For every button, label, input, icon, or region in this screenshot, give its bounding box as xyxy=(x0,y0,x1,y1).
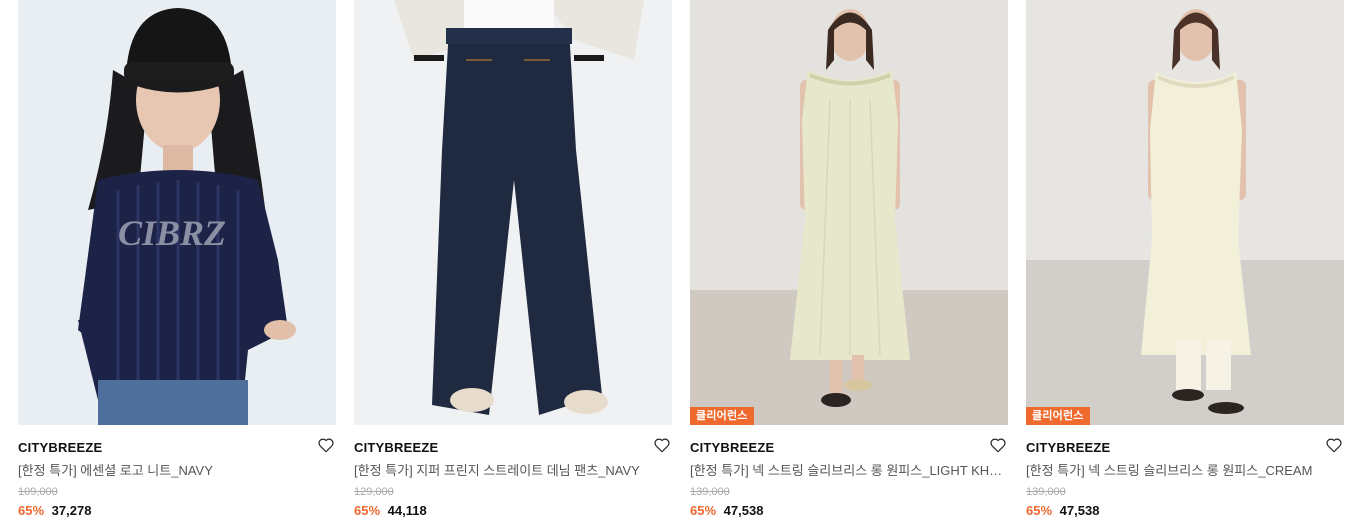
brand-row: CITYBREEZE xyxy=(1026,436,1344,457)
product-image[interactable] xyxy=(354,0,672,425)
product-title[interactable]: [한정 특가] 에센셜 로고 니트_NAVY xyxy=(18,462,336,480)
price-row: 65% 44,118 xyxy=(354,502,672,520)
price-row: 65% 47,538 xyxy=(690,502,1008,520)
sale-price: 47,538 xyxy=(1059,503,1100,518)
price-row: 65% 37,278 xyxy=(18,502,336,520)
brand-name[interactable]: CITYBREEZE xyxy=(354,440,438,455)
brand-name[interactable]: CITYBREEZE xyxy=(690,440,774,455)
product-card[interactable]: 클리어런스 CITYBREEZE [한정 특가] 넥 스트링 슬리브리스 롱 원… xyxy=(1026,0,1344,524)
sale-price: 37,278 xyxy=(51,503,92,518)
product-title[interactable]: [한정 특가] 넥 스트링 슬리브리스 롱 원피스_LIGHT KHAKI xyxy=(690,462,1008,480)
clearance-badge: 클리어런스 xyxy=(690,407,754,425)
brand-row: CITYBREEZE xyxy=(354,436,672,457)
sale-price: 47,538 xyxy=(723,503,764,518)
product-card[interactable]: 클리어런스 CITYBREEZE [한정 특가] 넥 스트링 슬리브리스 롱 원… xyxy=(690,0,1008,524)
brand-row: CITYBREEZE xyxy=(18,436,336,457)
sale-price: 44,118 xyxy=(387,503,427,518)
original-price: 109,000 xyxy=(18,486,58,498)
discount-rate: 65% xyxy=(18,503,45,518)
product-image[interactable]: 클리어런스 xyxy=(690,0,1008,425)
heart-outline-icon[interactable] xyxy=(1325,436,1343,454)
svg-text:CIBRZ: CIBRZ xyxy=(118,213,226,253)
product-title[interactable]: [한정 특가] 지퍼 프린지 스트레이트 데님 팬츠_NAVY xyxy=(354,462,672,480)
product-image[interactable]: CIBRZ xyxy=(18,0,336,425)
brand-name[interactable]: CITYBREEZE xyxy=(1026,440,1110,455)
original-price: 139,000 xyxy=(1026,486,1066,498)
clearance-badge: 클리어런스 xyxy=(1026,407,1090,425)
brand-row: CITYBREEZE xyxy=(690,436,1008,457)
discount-rate: 65% xyxy=(690,503,717,518)
product-title[interactable]: [한정 특가] 넥 스트링 슬리브리스 롱 원피스_CREAM xyxy=(1026,462,1344,480)
original-price: 139,000 xyxy=(690,486,730,498)
discount-rate: 65% xyxy=(354,503,381,518)
heart-outline-icon[interactable] xyxy=(653,436,671,454)
price-row: 65% 47,538 xyxy=(1026,502,1344,520)
product-grid: CIBRZ CITYBREEZE [한정 특가] 에센셜 로고 니트_NAVY … xyxy=(18,0,1344,524)
heart-outline-icon[interactable] xyxy=(317,436,335,454)
heart-outline-icon[interactable] xyxy=(989,436,1007,454)
product-card[interactable]: CIBRZ CITYBREEZE [한정 특가] 에센셜 로고 니트_NAVY … xyxy=(18,0,336,524)
discount-rate: 65% xyxy=(1026,503,1053,518)
product-card[interactable]: CITYBREEZE [한정 특가] 지퍼 프린지 스트레이트 데님 팬츠_NA… xyxy=(354,0,672,524)
brand-name[interactable]: CITYBREEZE xyxy=(18,440,102,455)
original-price: 129,000 xyxy=(354,486,394,498)
product-image[interactable]: 클리어런스 xyxy=(1026,0,1344,425)
